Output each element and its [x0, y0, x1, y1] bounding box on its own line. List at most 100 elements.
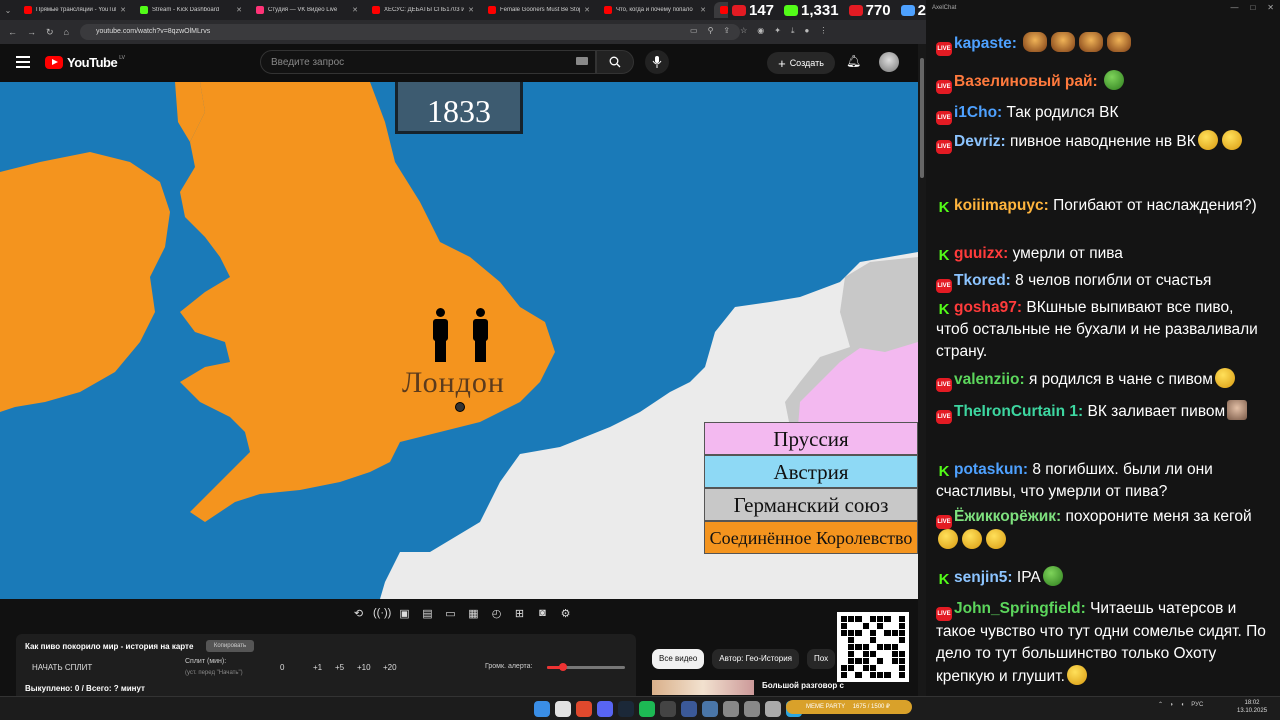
chat-username[interactable]: John_Springfield:	[954, 600, 1086, 617]
tab-close-icon[interactable]: ✕	[584, 6, 590, 14]
maximize-icon[interactable]: □	[1250, 3, 1255, 12]
tray-chevron-icon[interactable]: ⌃	[1158, 701, 1163, 708]
browser-tab[interactable]: Stream - Kick Dashboard ✕	[134, 2, 248, 18]
alert-volume-slider[interactable]	[547, 663, 625, 671]
download-icon[interactable]: ⤓	[791, 26, 795, 36]
clock[interactable]: 18:02 13.10.2025	[1237, 699, 1267, 715]
minimize-icon[interactable]: —	[1230, 3, 1238, 12]
create-button[interactable]: + Создать	[767, 52, 835, 74]
taskbar-app-icon[interactable]	[765, 701, 781, 717]
chat-username[interactable]: Вазелиновый рай:	[954, 73, 1098, 90]
chat-username[interactable]: gosha97:	[954, 299, 1022, 316]
tab-close-icon[interactable]: ✕	[352, 6, 358, 14]
filter-chips: Все видео Автор: Гео-История Пох	[652, 649, 836, 669]
filter-chip[interactable]: Автор: Гео-История	[712, 649, 800, 669]
taskbar-app-icon[interactable]	[681, 701, 697, 717]
tab-close-icon[interactable]: ✕	[468, 6, 474, 14]
browser-tab[interactable]: ХЕСУС: ДЕБАТЫ СПБ1703 И ✕	[366, 2, 480, 18]
zoom-icon[interactable]: ⚲	[708, 26, 714, 36]
avatar[interactable]	[879, 52, 899, 72]
taskbar-app-icon[interactable]	[555, 701, 571, 717]
chat-username[interactable]: senjin5:	[954, 569, 1013, 586]
chat-username[interactable]: Tkored:	[954, 272, 1011, 289]
taskbar-app-icon[interactable]	[660, 701, 676, 717]
split-value-button[interactable]: +1	[313, 663, 322, 672]
taskbar-app-icon[interactable]	[576, 701, 592, 717]
chat-username[interactable]: guuizx:	[954, 245, 1008, 262]
filter-chip[interactable]: Пох	[807, 649, 836, 669]
language-indicator[interactable]: РУС	[1191, 702, 1203, 708]
chat-username[interactable]: kapaste:	[954, 35, 1017, 52]
chat-username[interactable]: Devriz:	[954, 133, 1006, 150]
chat-username[interactable]: Ёжиккорёжик:	[954, 508, 1061, 525]
taskbar-app-icon[interactable]	[639, 701, 655, 717]
back-icon[interactable]: ←	[8, 27, 17, 37]
browser-tab[interactable]: Что, когда и почему попало ✕	[598, 2, 712, 18]
search-input[interactable]: Введите запрос	[260, 50, 596, 74]
chat-username[interactable]: valenziio:	[954, 371, 1025, 388]
chat-username[interactable]: koiiimapuyc:	[954, 197, 1049, 214]
volume-icon[interactable]: ◖	[1181, 702, 1185, 708]
tab-favicon-icon	[372, 6, 380, 14]
split-value-button[interactable]: +5	[335, 663, 344, 672]
browser-tab[interactable]: Прямые трансляции - YouTube ✕	[18, 2, 132, 18]
url-field[interactable]: youtube.com/watch?v=8qzwOlMLrvs	[80, 24, 740, 40]
tab-close-icon[interactable]: ✕	[700, 6, 706, 14]
chat-username[interactable]: i1Cho:	[954, 104, 1002, 121]
menu-icon[interactable]	[16, 56, 30, 68]
taskbar-app-icon[interactable]	[723, 701, 739, 717]
keyboard-icon[interactable]	[576, 57, 588, 65]
taskbar-app-icon[interactable]	[534, 701, 550, 717]
close-icon[interactable]: ✕	[1267, 3, 1274, 12]
chat-username[interactable]: potaskun:	[954, 461, 1028, 478]
forward-icon[interactable]: →	[27, 27, 36, 37]
taskbar-app-icon[interactable]	[702, 701, 718, 717]
tab-close-icon[interactable]: ✕	[236, 6, 242, 14]
camera-icon[interactable]: ◙	[534, 607, 551, 622]
video-player[interactable]: 1833 Лондон Пруссия Австрия Германский сою…	[0, 82, 918, 599]
puzzle-icon[interactable]: ✦	[774, 26, 781, 36]
start-split-button[interactable]: НАЧАТЬ СПЛИТ	[32, 663, 92, 672]
extension-icon[interactable]: ◉	[757, 26, 764, 36]
chat-username[interactable]: TheIronCurtain 1:	[954, 403, 1083, 420]
share-icon[interactable]: ⇪	[723, 26, 730, 36]
tab-menu-icon[interactable]: ⌄	[0, 6, 16, 15]
home-icon[interactable]: ⌂	[64, 27, 69, 37]
tab-close-icon[interactable]: ✕	[120, 6, 126, 14]
split-value-button[interactable]: +20	[383, 663, 397, 672]
recommendation-title[interactable]: Большой разговор с	[762, 681, 844, 690]
speed-icon[interactable]: ◴	[488, 607, 505, 622]
taskbar-app-icon[interactable]	[597, 701, 613, 717]
youtube-logo[interactable]: YouTube LV	[45, 55, 125, 70]
profile-icon[interactable]: ●	[805, 26, 810, 36]
loop-icon[interactable]: ⟲	[350, 607, 367, 622]
voice-search-button[interactable]	[645, 50, 669, 74]
copy-button[interactable]: Копировать	[206, 640, 254, 652]
notifications-icon[interactable]: 🔔︎	[846, 54, 861, 68]
split-value-button[interactable]: 0	[280, 663, 284, 672]
screen-icon[interactable]: ▣	[396, 607, 413, 622]
slider-knob[interactable]	[558, 663, 567, 671]
crop-icon[interactable]: ▭	[442, 607, 459, 622]
star-icon[interactable]: ☆	[740, 26, 747, 36]
scrollbar-thumb[interactable]	[920, 58, 924, 178]
browser-tab[interactable]: Female Gooners Must Be Stop ✕	[482, 2, 596, 18]
page-scrollbar[interactable]	[918, 44, 926, 696]
taskbar-app-icon[interactable]	[618, 701, 634, 717]
broadcast-icon[interactable]: ((·))	[373, 607, 391, 622]
split-value-button[interactable]: +10	[357, 663, 371, 672]
settings-icon[interactable]: ⚙	[557, 607, 574, 622]
reload-icon[interactable]: ↻	[46, 27, 54, 38]
media-widget[interactable]: MEME PARTY 1675 / 1500 ₽	[786, 700, 912, 714]
browser-menu-icon[interactable]: ⋮	[819, 26, 827, 36]
cast-icon[interactable]: ▭	[690, 26, 698, 36]
network-icon[interactable]: ◗	[1170, 702, 1174, 708]
filter-chip[interactable]: Все видео	[652, 649, 705, 669]
theater-icon[interactable]: ▦	[465, 607, 482, 622]
taskbar-app-icon[interactable]	[744, 701, 760, 717]
clapper-icon[interactable]: ▤	[419, 607, 436, 622]
recommendation-thumbnail[interactable]	[652, 680, 754, 695]
search-button[interactable]	[596, 50, 634, 74]
add-screen-icon[interactable]: ⊞	[511, 607, 528, 622]
browser-tab[interactable]: Студия — VK Видео Live ✕	[250, 2, 364, 18]
